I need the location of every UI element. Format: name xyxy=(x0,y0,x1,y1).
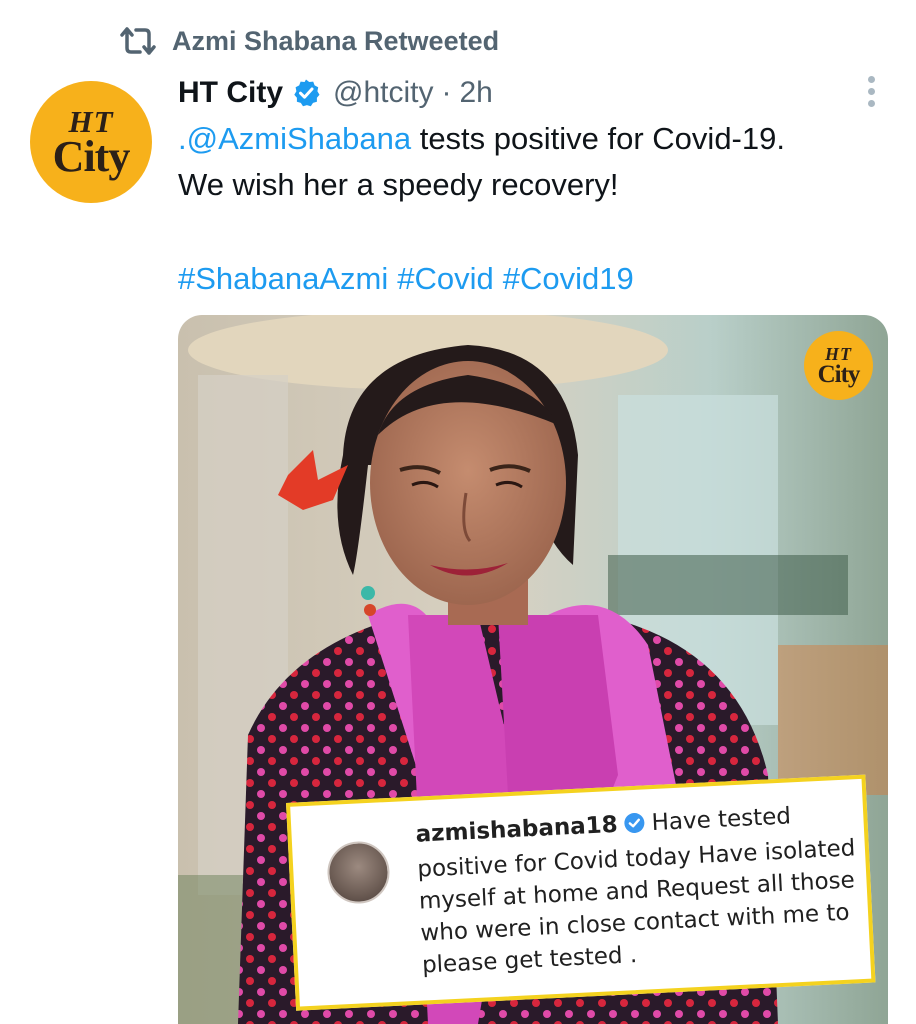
display-name[interactable]: HT City xyxy=(178,76,283,110)
verified-icon xyxy=(291,78,321,108)
tweet-text-line2: We wish her a speedy recovery! xyxy=(178,167,619,202)
avatar[interactable]: HT City xyxy=(30,81,152,203)
instagram-verified-icon xyxy=(623,810,647,843)
retweet-label: Azmi Shabana Retweeted xyxy=(172,25,500,56)
separator-dot: · xyxy=(441,76,452,109)
tweet-text: .@AzmiShabana tests positive for Covid-1… xyxy=(178,116,878,208)
instagram-username: azmishabana18 xyxy=(415,811,619,848)
hashtag-link[interactable]: #Covid19 xyxy=(503,256,634,302)
avatar-logo-city: City xyxy=(52,132,131,181)
media-logo-city: City xyxy=(817,360,861,388)
tweet-text-line1: tests positive for Covid-19. xyxy=(411,121,785,156)
tweet-header: HT City @htcity · 2h xyxy=(178,74,493,112)
hashtag-link[interactable]: #Covid xyxy=(397,256,494,302)
tweet-media[interactable]: HT City azmishabana18 Have tested positiv… xyxy=(178,315,888,1024)
instagram-caption-card: azmishabana18 Have tested positive for Co… xyxy=(286,774,876,1011)
hashtag-link[interactable]: #ShabanaAzmi xyxy=(178,256,388,302)
retweet-icon xyxy=(118,26,158,56)
handle[interactable]: @htcity xyxy=(333,76,433,110)
more-icon[interactable] xyxy=(856,72,886,110)
instagram-caption: azmishabana18 Have tested positive for Co… xyxy=(415,797,862,981)
retweet-context[interactable]: Azmi Shabana Retweeted xyxy=(118,24,499,58)
timestamp[interactable]: 2h xyxy=(459,76,492,110)
media-logo: HT City xyxy=(804,331,873,400)
hashtags: #ShabanaAzmi #Covid #Covid19 xyxy=(178,256,634,302)
mention-link[interactable]: .@AzmiShabana xyxy=(178,121,411,156)
instagram-avatar xyxy=(326,840,391,906)
media-logo-ht: HT xyxy=(825,343,852,364)
